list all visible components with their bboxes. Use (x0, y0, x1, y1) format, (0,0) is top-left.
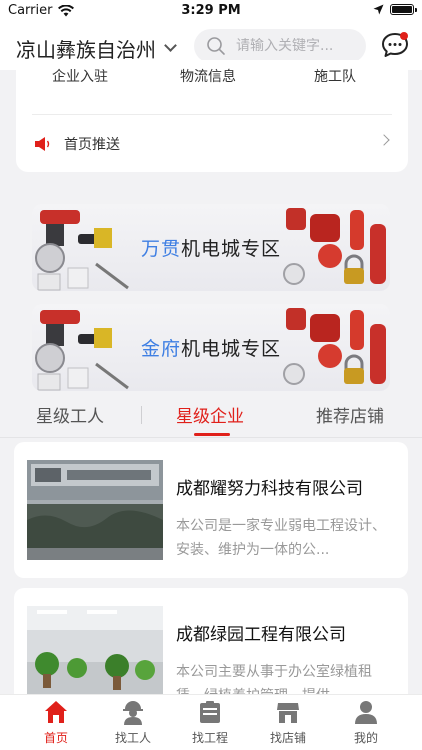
divider (32, 114, 392, 115)
company-name: 成都耀努力科技有限公司 (176, 479, 363, 499)
status-bar: Carrier 3:29 PM (0, 0, 422, 24)
search-bar[interactable] (194, 29, 366, 63)
company-image (27, 460, 163, 560)
banner-title: 金府机电城专区 (32, 334, 390, 361)
company-image (27, 606, 163, 706)
company-name: 成都绿园工程有限公司 (176, 625, 346, 645)
tabbar-label: 找工程 (191, 731, 228, 745)
active-tab-indicator (194, 433, 230, 436)
notice-label: 首页推送 (64, 137, 120, 153)
banner-title: 万贯机电城专区 (32, 234, 390, 261)
chevron-down-icon (164, 39, 177, 52)
tabbar-label: 找店铺 (269, 731, 306, 745)
profile-icon (355, 701, 377, 724)
tabbar-find-projects[interactable]: 找工程 (180, 699, 240, 746)
message-button[interactable] (380, 30, 410, 60)
tabbar-label: 首页 (43, 731, 68, 745)
notice-row[interactable]: 首页推送 (34, 134, 390, 154)
location-arrow-icon (373, 4, 384, 15)
worker-icon (123, 701, 143, 725)
banner-title-rest: 机电城专区 (181, 238, 282, 260)
tabbar-profile[interactable]: 我的 (336, 699, 396, 746)
battery-icon (390, 4, 417, 15)
speaker-icon (35, 137, 50, 151)
city-label: 凉山彝族自治州 (16, 38, 156, 62)
quick-link-enterprise[interactable]: 企业入驻 (52, 66, 108, 86)
tabbar-home[interactable]: 首页 (26, 699, 86, 746)
category-tabs: 星级工人 星级企业 推荐店铺 (0, 392, 422, 438)
quick-link-construction-team[interactable]: 施工队 (314, 66, 356, 86)
banner-title-highlight: 金府 (140, 338, 181, 360)
top-card: 企业入驻 物流信息 施工队 首页推送 (16, 60, 408, 172)
store-icon (277, 703, 299, 723)
quick-link-logistics[interactable]: 物流信息 (180, 66, 236, 86)
tabbar-label: 找工人 (114, 731, 151, 745)
search-icon (207, 37, 225, 55)
tabbar-find-stores[interactable]: 找店铺 (258, 699, 318, 746)
tab-recommended-stores[interactable]: 推荐店铺 (316, 402, 384, 427)
company-description: 本公司是一家专业弱电工程设计、安装、维护为一体的公... (176, 518, 386, 558)
tab-star-enterprises[interactable]: 星级企业 (176, 402, 244, 427)
tabbar-find-workers[interactable]: 找工人 (103, 699, 163, 746)
tabs-divider (0, 437, 422, 438)
city-selector[interactable]: 凉山彝族自治州 (16, 34, 177, 63)
banner-jinfu[interactable]: 金府机电城专区 (32, 304, 390, 391)
company-card[interactable]: 成都耀努力科技有限公司 本公司是一家专业弱电工程设计、安装、维护为一体的公... (14, 442, 408, 578)
chevron-right-icon (378, 134, 390, 146)
tab-star-workers[interactable]: 星级工人 (36, 402, 104, 427)
message-icon (382, 32, 408, 57)
banner-title-highlight: 万贯 (140, 238, 181, 260)
home-icon (45, 701, 67, 723)
search-input[interactable] (236, 38, 346, 54)
tab-separator (141, 406, 142, 424)
bottom-tab-bar: 首页 找工人 找工程 找店铺 我的 (0, 694, 422, 750)
status-time: 3:29 PM (181, 3, 241, 18)
banner-title-rest: 机电城专区 (181, 338, 282, 360)
banner-wanguan[interactable]: 万贯机电城专区 (32, 204, 390, 291)
tabbar-label: 我的 (353, 731, 378, 745)
status-right (373, 4, 417, 15)
project-icon (200, 701, 220, 723)
